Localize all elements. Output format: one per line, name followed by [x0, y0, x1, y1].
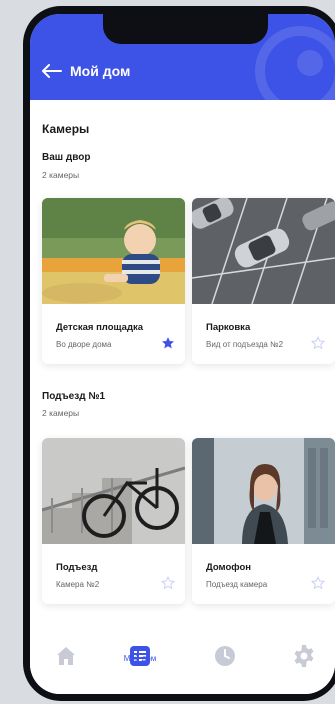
bottom-tab-bar: [30, 634, 335, 694]
camera-title: Детская площадка: [56, 322, 144, 333]
camera-card-intercom[interactable]: Домофон Подъезд камера: [192, 438, 335, 604]
group-count-yard: 2 камеры: [42, 170, 80, 180]
section-title: Камеры: [42, 122, 90, 136]
group-title-entrance: Подъезд №1: [42, 391, 106, 402]
phone-notch: [103, 14, 268, 44]
camera-thumbnail-intercom: [192, 438, 335, 544]
camera-thumbnail-entrance: [42, 438, 185, 544]
tab-label-my-home[interactable]: Мой дом: [110, 654, 170, 663]
camera-subtitle: Вид от подъезда №2: [206, 340, 284, 349]
home-icon[interactable]: [54, 644, 78, 668]
camera-subtitle: Подъезд камера: [206, 580, 268, 589]
back-arrow-icon[interactable]: [42, 64, 62, 78]
camera-thumbnail-parking: [192, 198, 335, 304]
clock-icon[interactable]: [213, 644, 237, 668]
star-outline-icon[interactable]: [311, 576, 325, 590]
page-title: Мой дом: [70, 63, 131, 79]
star-icon[interactable]: [161, 336, 175, 350]
gear-icon[interactable]: [292, 644, 316, 668]
camera-title: Подъезд: [56, 562, 98, 573]
camera-card-parking[interactable]: Парковка Вид от подъезда №2: [192, 198, 335, 364]
group-title-yard: Ваш двор: [42, 152, 91, 163]
star-outline-icon[interactable]: [161, 576, 175, 590]
camera-title: Парковка: [206, 322, 251, 333]
camera-card-entrance[interactable]: Подъезд Камера №2: [42, 438, 185, 604]
camera-card-playground[interactable]: Детская площадка Во дворе дома: [42, 198, 185, 364]
group-count-entrance: 2 камеры: [42, 408, 80, 418]
camera-thumbnail-playground: [42, 198, 185, 304]
camera-title: Домофон: [206, 562, 251, 573]
star-outline-icon[interactable]: [311, 336, 325, 350]
header-decoration: [255, 26, 335, 100]
camera-subtitle: Во дворе дома: [56, 340, 112, 349]
header-decoration-dot: [297, 50, 323, 76]
app-screen: Мой дом Камеры Ваш двор 2 камеры Детская…: [30, 14, 335, 694]
camera-subtitle: Камера №2: [56, 580, 100, 589]
